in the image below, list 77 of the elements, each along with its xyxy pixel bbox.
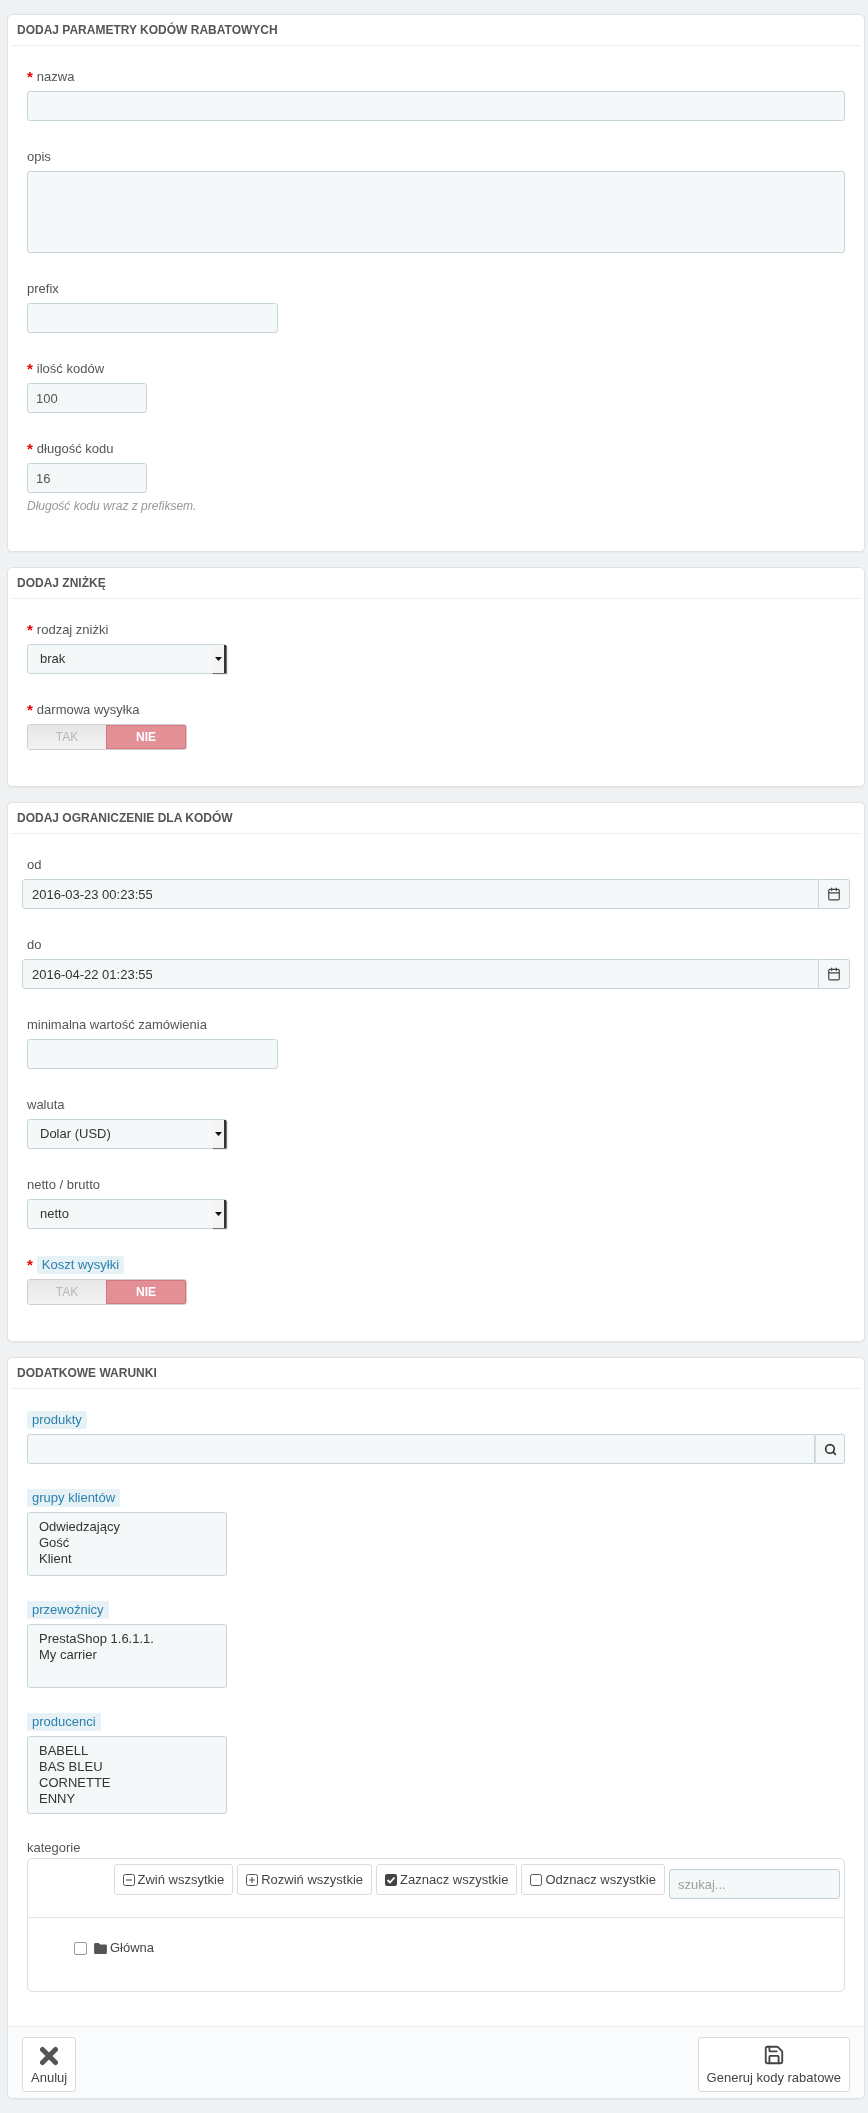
tree-toolbar-button[interactable]: Rozwiń wszystkie xyxy=(237,1864,373,1895)
required-marker: * xyxy=(27,68,33,86)
list-option[interactable]: ENNY xyxy=(39,1791,76,1807)
field-label: netto / brutto xyxy=(27,1176,100,1194)
search-icon xyxy=(823,1442,837,1456)
required-marker: * xyxy=(27,701,33,719)
plus-square-icon xyxy=(246,1873,259,1886)
list-option[interactable]: Klient xyxy=(39,1551,72,1567)
search-field[interactable] xyxy=(27,1434,815,1464)
list-option[interactable]: Odwiedzający xyxy=(39,1519,120,1535)
dropdown[interactable]: Dolar (USD) xyxy=(27,1119,227,1149)
number-field[interactable]: 100 xyxy=(27,383,147,413)
panel-title: DODATKOWE WARUNKI xyxy=(17,1365,157,1382)
help-text: Długość kodu wraz z prefiksem. xyxy=(27,498,198,515)
checkbox[interactable] xyxy=(74,1941,87,1955)
field-label: darmowa wysyłka xyxy=(36,701,140,719)
field-label: przewoźnicy xyxy=(27,1601,109,1619)
caret-icon xyxy=(212,1120,226,1148)
field-label: producenci xyxy=(27,1713,101,1731)
calendar-button[interactable] xyxy=(819,959,850,989)
tree-toolbar-button[interactable]: Odznacz wszystkie xyxy=(521,1864,665,1895)
field-label: minimalna wartość zamówienia xyxy=(27,1016,207,1034)
list-option[interactable]: BAS BLEU xyxy=(39,1759,103,1775)
list-box[interactable]: Odwiedzający Gość Klient xyxy=(27,1512,227,1576)
dropdown[interactable]: netto xyxy=(27,1199,227,1229)
calendar-icon xyxy=(827,967,841,981)
caret-icon xyxy=(212,645,226,673)
list-option[interactable]: BABELL xyxy=(39,1743,89,1759)
calendar-icon xyxy=(827,887,841,901)
required-marker: * xyxy=(27,360,33,378)
field-label: ilość kodów xyxy=(36,360,105,378)
field-label: waluta xyxy=(27,1096,65,1114)
search-field[interactable]: szukaj... xyxy=(669,1869,840,1899)
list-option[interactable]: Gość xyxy=(39,1535,70,1551)
panel-title: DODAJ ZNIŻKĘ xyxy=(17,575,106,592)
field-label: prefix xyxy=(27,280,59,298)
tree-item-label[interactable]: Główna xyxy=(110,1938,155,1958)
search-button[interactable] xyxy=(815,1434,845,1464)
dropdown[interactable]: brak xyxy=(27,644,227,674)
list-box[interactable]: BABELL BAS BLEU CORNETTE ENNY xyxy=(27,1736,227,1814)
date-field[interactable]: 2016-04-22 01:23:55 xyxy=(22,959,819,989)
required-marker: * xyxy=(27,440,33,458)
text-field[interactable] xyxy=(27,1039,278,1069)
field-label: opis xyxy=(27,148,51,166)
field-label: produkty xyxy=(27,1411,87,1429)
folder-icon xyxy=(94,1942,107,1954)
field-label: do xyxy=(27,936,42,954)
tree-toolbar-button[interactable]: Zwiń wszsytkie xyxy=(113,1864,234,1895)
date-field[interactable]: 2016-03-23 00:23:55 xyxy=(22,879,819,909)
field-label: rodzaj zniżki xyxy=(36,621,109,639)
footer-button[interactable]: Anuluj xyxy=(22,2037,77,2092)
text-field[interactable] xyxy=(27,91,845,121)
list-box[interactable]: PrestaShop 1.6.1.1. My carrier xyxy=(27,1624,227,1688)
text-area[interactable] xyxy=(27,171,845,253)
panel-title: DODAJ PARAMETRY KODÓW RABATOWYCH xyxy=(17,21,278,39)
field-label: długość kodu xyxy=(36,440,114,458)
number-field[interactable]: 16 xyxy=(27,463,147,493)
text-field[interactable] xyxy=(27,303,278,333)
field-label: nazwa xyxy=(36,68,75,86)
field-label: grupy klientów xyxy=(27,1489,121,1507)
field-label: Koszt wysyłki xyxy=(36,1256,125,1274)
field-label: od xyxy=(27,856,42,874)
list-option[interactable]: PrestaShop 1.6.1.1. xyxy=(39,1631,154,1647)
list-option[interactable]: My carrier xyxy=(39,1647,97,1663)
list-option[interactable]: CORNETTE xyxy=(39,1775,111,1791)
required-marker: * xyxy=(27,1256,33,1274)
caret-icon xyxy=(212,1200,226,1228)
tree-toolbar-button[interactable]: Zaznacz wszystkie xyxy=(376,1864,518,1895)
panel-title: DODAJ OGRANICZENIE DLA KODÓW xyxy=(17,809,233,827)
calendar-button[interactable] xyxy=(819,879,850,909)
checked-box-icon xyxy=(385,1873,398,1886)
minus-square-icon xyxy=(122,1873,135,1886)
required-marker: * xyxy=(27,621,33,639)
empty-square-icon xyxy=(530,1873,543,1886)
close-icon xyxy=(39,2046,60,2066)
field-label: kategorie xyxy=(27,1839,81,1857)
footer-button[interactable]: Generuj kody rabatowe xyxy=(697,2037,850,2092)
